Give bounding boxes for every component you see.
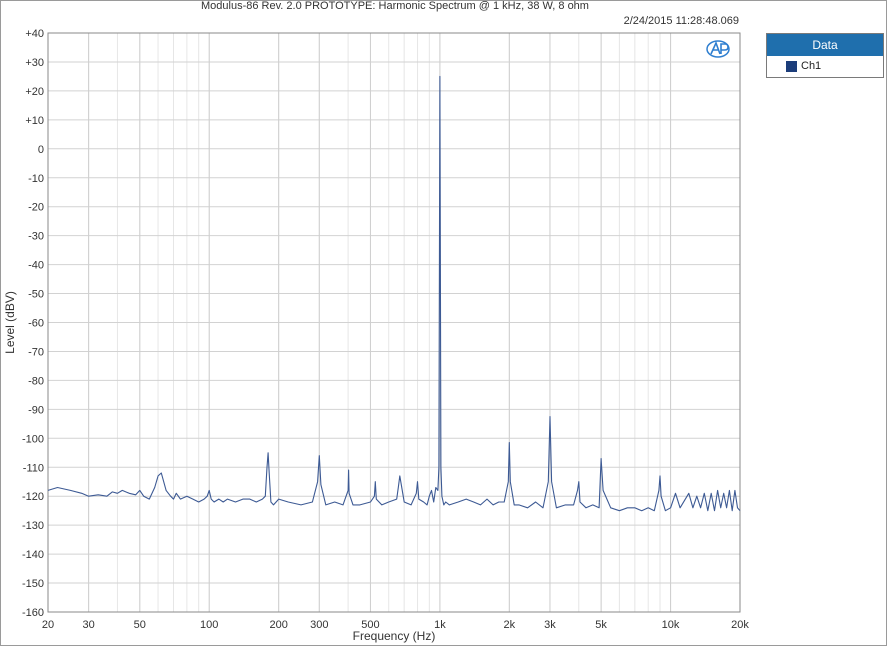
y-tick-label: +10: [25, 115, 44, 127]
x-tick-label: 200: [269, 619, 287, 631]
y-tick-label: -90: [28, 404, 44, 416]
legend-entry-ch1[interactable]: Ch1: [767, 56, 883, 76]
x-tick-label: 2k: [504, 619, 516, 631]
x-tick-label: 1k: [434, 619, 446, 631]
y-tick-label: -160: [22, 607, 44, 619]
y-tick-label: -100: [22, 433, 44, 445]
x-tick-label: 20k: [731, 619, 749, 631]
y-tick-label: -60: [28, 318, 44, 330]
x-tick-label: 50: [134, 619, 146, 631]
spectrum-chart: +40 +30 +20 +10 0 -10 -20 -30 -40 -50 -60 -70 -80 -90…: [3, 28, 749, 643]
y-tick-label: -130: [22, 520, 44, 532]
y-tick-label: -150: [22, 578, 44, 590]
x-tick-label: 300: [310, 619, 328, 631]
y-tick-label: -30: [28, 231, 44, 243]
x-tick-label: 3k: [544, 619, 556, 631]
legend-title: Data: [767, 34, 883, 56]
x-tick-label: 100: [200, 619, 218, 631]
y-tick-label: -10: [28, 173, 44, 185]
y-tick-label: -70: [28, 346, 44, 358]
legend-label-ch1: Ch1: [801, 60, 822, 72]
y-tick-label: -40: [28, 260, 44, 272]
x-tick-label: 5k: [595, 619, 607, 631]
y-tick-label: +40: [25, 28, 44, 40]
y-tick-label: -20: [28, 202, 44, 214]
y-tick-label: -50: [28, 289, 44, 301]
y-axis-label: Level (dBV): [3, 291, 17, 354]
x-tick-label: 20: [42, 619, 54, 631]
legend-swatch-ch1: [786, 60, 797, 72]
y-tick-label: -80: [28, 375, 44, 387]
y-tick-label: 0: [38, 144, 44, 156]
y-tick-label: -110: [23, 462, 44, 474]
x-axis-label: Frequency (Hz): [353, 629, 436, 643]
x-tick-label: 30: [82, 619, 94, 631]
y-tick-label: +20: [25, 86, 44, 98]
y-tick-label: -140: [22, 549, 44, 561]
y-tick-label: +30: [25, 57, 44, 69]
legend: Data Ch1: [766, 33, 884, 78]
y-tick-label: -120: [22, 491, 44, 503]
x-tick-label: 10k: [662, 619, 680, 631]
